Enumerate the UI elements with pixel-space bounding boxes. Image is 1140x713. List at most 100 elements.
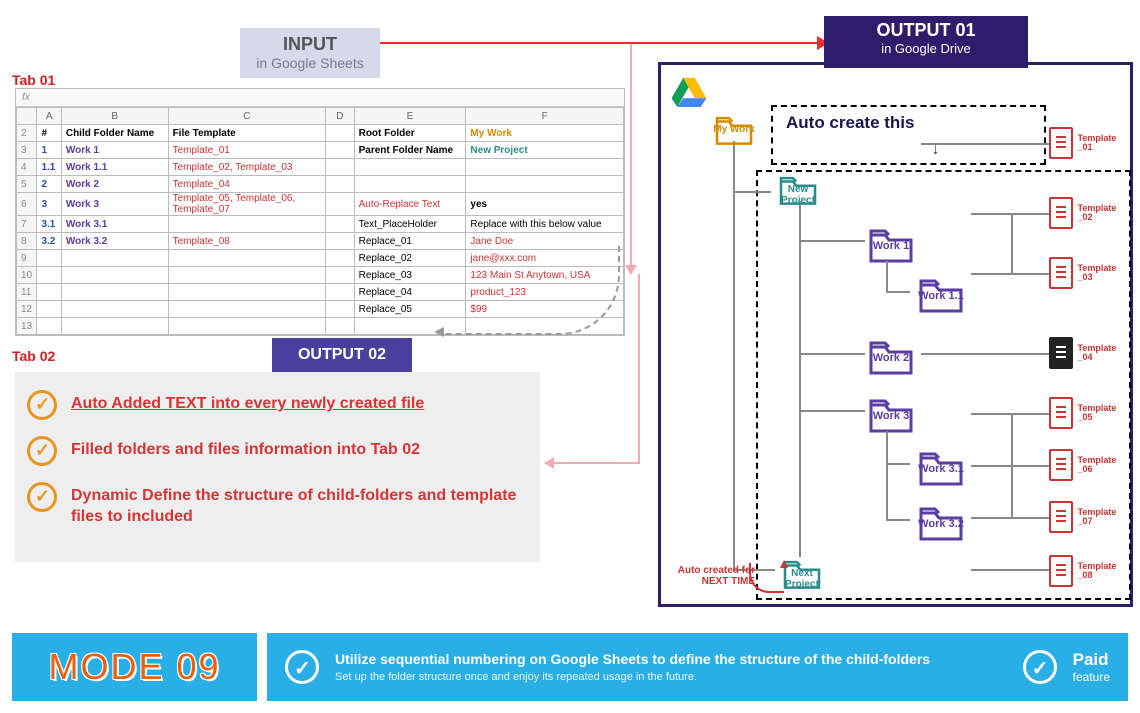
cell[interactable]: 1.1 [37,159,61,176]
cell[interactable] [326,250,354,267]
row-num[interactable]: 5 [17,176,37,193]
cell[interactable] [37,250,61,267]
cell[interactable] [326,233,354,250]
row-num[interactable]: 3 [17,142,37,159]
cell[interactable]: 3 [37,193,61,216]
cell[interactable]: Text_PlaceHolder [354,216,466,233]
cell[interactable]: Template_04 [168,176,326,193]
row-num[interactable]: 9 [17,250,37,267]
cell[interactable] [326,267,354,284]
col-header[interactable]: A [37,108,61,125]
arrow-down [630,44,632,274]
cell[interactable] [168,318,326,335]
cell[interactable]: My Work [466,125,624,142]
cell[interactable]: Template_08 [168,233,326,250]
cell[interactable]: 2 [37,176,61,193]
folder-work2: Work 2 [859,333,923,377]
col-header[interactable]: F [466,108,624,125]
cell[interactable] [37,301,61,318]
connector [886,519,910,521]
cell[interactable] [326,193,354,216]
cell[interactable] [326,176,354,193]
row-num[interactable]: 12 [17,301,37,318]
cell[interactable]: Template_05, Template_06, Template_07 [168,193,326,216]
cell[interactable]: Template_02, Template_03 [168,159,326,176]
cell[interactable]: yes [466,193,624,216]
cell[interactable] [61,284,168,301]
row-num[interactable]: 7 [17,216,37,233]
cell[interactable] [168,301,326,318]
cell[interactable] [326,301,354,318]
cell[interactable]: File Template [168,125,326,142]
cell[interactable] [466,159,624,176]
cell[interactable]: New Project [466,142,624,159]
cell[interactable] [354,176,466,193]
cell[interactable] [326,318,354,335]
cell[interactable]: 3.2 [37,233,61,250]
cell[interactable] [326,159,354,176]
cell[interactable] [61,267,168,284]
cell[interactable] [168,216,326,233]
cell[interactable] [61,318,168,335]
paid-label: Paid [1073,650,1110,670]
cell[interactable] [326,125,354,142]
formula-bar[interactable]: fx [16,89,624,107]
cell[interactable]: Replace with this below value [466,216,624,233]
cell[interactable]: # [37,125,61,142]
row-num[interactable]: 2 [17,125,37,142]
cell[interactable]: Child Folder Name [61,125,168,142]
cell[interactable] [61,250,168,267]
cell[interactable]: Work 2 [61,176,168,193]
cell[interactable] [168,284,326,301]
cell[interactable] [37,318,61,335]
col-header[interactable]: B [61,108,168,125]
cell[interactable] [354,159,466,176]
cell[interactable] [61,301,168,318]
output1-label: OUTPUT 01 in Google Drive [824,16,1028,68]
cell[interactable] [168,250,326,267]
cell[interactable] [326,216,354,233]
folder-newproject: New Project [771,169,825,207]
template-01: Template _01 [1049,127,1130,159]
cell[interactable]: 3.1 [37,216,61,233]
col-header[interactable]: C [168,108,326,125]
cell[interactable]: Work 1 [61,142,168,159]
desc-box: Utilize sequential numbering on Google S… [267,633,1128,701]
corner-cell[interactable] [17,108,37,125]
folder-label: Work 2 [859,353,923,365]
row-num[interactable]: 6 [17,193,37,216]
cell[interactable] [326,284,354,301]
connector [1011,213,1013,273]
cell[interactable]: Root Folder [354,125,466,142]
cell[interactable]: Work 1.1 [61,159,168,176]
row-num[interactable]: 13 [17,318,37,335]
cell[interactable]: Parent Folder Name [354,142,466,159]
feature-label: feature [1073,670,1110,684]
cell[interactable]: 1 [37,142,61,159]
cell[interactable]: Auto-Replace Text [354,193,466,216]
row-num[interactable]: 11 [17,284,37,301]
folder-label: Work 3 [859,411,923,423]
file-icon [1049,555,1073,587]
cell[interactable]: Work 3.1 [61,216,168,233]
row-num[interactable]: 8 [17,233,37,250]
mode-label: MODE 09 [48,646,220,688]
cell[interactable] [168,267,326,284]
folder-work32: Work 3.2 [909,499,973,543]
cell[interactable] [37,267,61,284]
template-label: Template _08 [1077,562,1130,580]
cell[interactable] [466,176,624,193]
cell[interactable]: Template_01 [168,142,326,159]
cell[interactable]: Work 3.2 [61,233,168,250]
row-num[interactable]: 4 [17,159,37,176]
cell[interactable] [37,284,61,301]
folder-mywork: My Work [707,109,761,147]
col-header[interactable]: D [326,108,354,125]
col-header[interactable]: E [354,108,466,125]
row-num[interactable]: 10 [17,267,37,284]
cell[interactable]: Work 3 [61,193,168,216]
folder-work31: Work 3.1 [909,444,973,488]
cell[interactable] [326,142,354,159]
template-label: Template _01 [1077,134,1130,152]
file-icon [1049,337,1073,369]
